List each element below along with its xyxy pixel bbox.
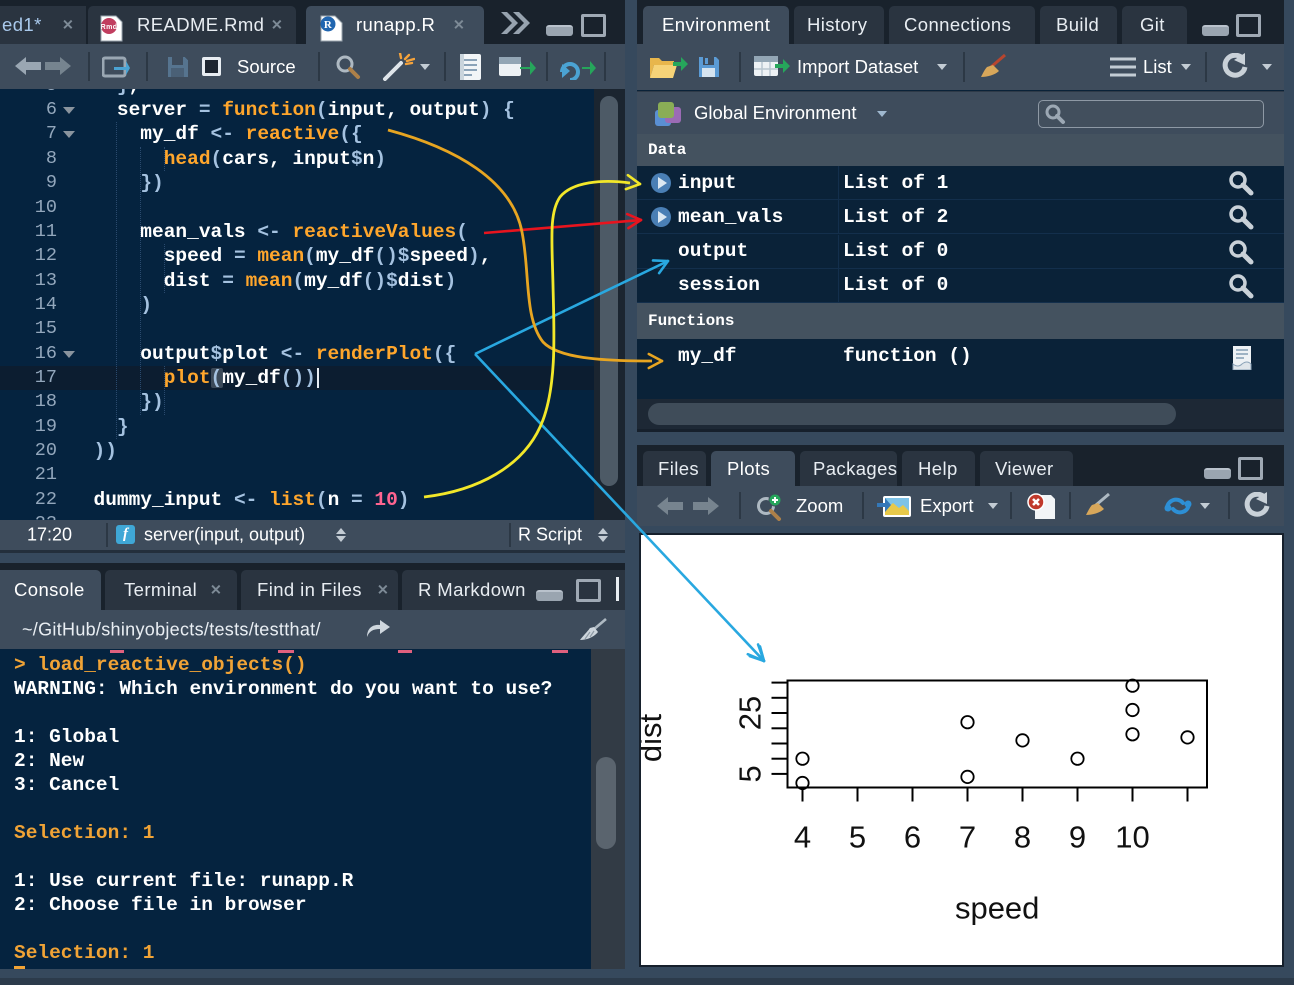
- svg-text:10: 10: [1115, 820, 1149, 855]
- svg-text:Rmd: Rmd: [101, 24, 118, 31]
- svg-text:9: 9: [1069, 820, 1086, 855]
- svg-text:speed: speed: [955, 891, 1039, 926]
- svg-text:5: 5: [733, 765, 768, 782]
- svg-text:6: 6: [904, 820, 921, 855]
- svg-text:dist: dist: [641, 713, 668, 762]
- svg-text:4: 4: [794, 820, 811, 855]
- svg-text:7: 7: [959, 820, 976, 855]
- svg-text:5: 5: [849, 820, 866, 855]
- svg-text:8: 8: [1014, 820, 1031, 855]
- svg-text:R: R: [324, 19, 333, 31]
- svg-text:25: 25: [733, 696, 768, 730]
